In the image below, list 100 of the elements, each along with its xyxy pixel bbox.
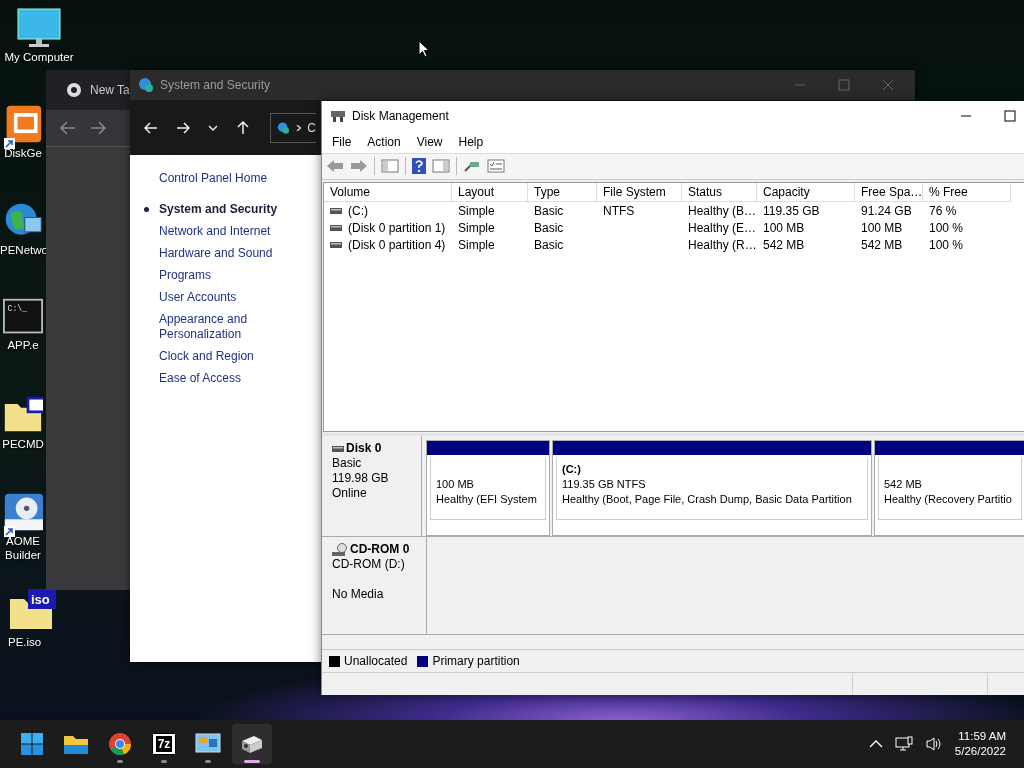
table-cell-text: Basic bbox=[533, 236, 565, 254]
category-link[interactable]: Hardware and Sound bbox=[159, 246, 294, 261]
dropdown-caret-icon[interactable] bbox=[208, 123, 218, 132]
caret-up-icon[interactable] bbox=[868, 739, 883, 749]
disk-info: CD-ROM (D:) bbox=[332, 557, 406, 573]
category-link[interactable]: Ease of Access bbox=[159, 371, 294, 386]
console-icon[interactable]: C:\_ bbox=[3, 298, 43, 336]
table-cell-text: 100 MB bbox=[762, 219, 806, 237]
disk-info: 119.98 GB bbox=[332, 471, 390, 487]
taskbar-button[interactable]: 7z bbox=[144, 724, 184, 764]
table-cell-text: Healthy (E… bbox=[687, 219, 757, 237]
checklist-icon[interactable] bbox=[487, 159, 505, 174]
column-header[interactable]: File System bbox=[597, 183, 682, 203]
table-cell-text: Basic bbox=[533, 202, 565, 220]
column-header[interactable]: Type bbox=[528, 183, 597, 203]
disk-management-icon bbox=[330, 108, 346, 123]
table-cell: (C:) bbox=[324, 202, 452, 220]
up-arrow-icon[interactable] bbox=[236, 120, 250, 135]
clock-date[interactable]: 5/26/2022 bbox=[954, 744, 1006, 759]
drive-icon bbox=[332, 445, 344, 452]
desktop-icon-label[interactable]: PENetwo bbox=[0, 243, 46, 257]
archiver-icon[interactable]: 7z bbox=[152, 733, 176, 755]
disk-management-icon[interactable] bbox=[240, 733, 264, 755]
table-cell-text: Simple bbox=[457, 219, 496, 237]
table-cell-text: 100 % bbox=[928, 219, 965, 237]
shield-icon bbox=[277, 120, 290, 135]
desktop-icon-label[interactable]: DiskGe bbox=[0, 146, 46, 160]
table-cell-text: 76 % bbox=[928, 202, 958, 220]
maximize-icon[interactable] bbox=[1003, 109, 1017, 122]
drive-icon bbox=[330, 207, 342, 214]
table-cell-text: 542 MB bbox=[860, 236, 904, 254]
partition-size: 119.35 GB NTFS bbox=[562, 477, 647, 493]
drive-icon bbox=[330, 241, 342, 248]
chevron-icon bbox=[295, 123, 302, 132]
table-cell-text: 100 MB bbox=[860, 219, 904, 237]
partition-block[interactable]: 100 MB Healthy (EFI System bbox=[426, 440, 550, 537]
monitor-icon[interactable] bbox=[17, 8, 61, 48]
disk-info: Basic bbox=[332, 456, 363, 472]
table-cell-text: 119.35 GB bbox=[762, 202, 821, 220]
desktop-icon-label[interactable]: AOME Builder bbox=[0, 534, 46, 562]
start-icon[interactable] bbox=[20, 732, 44, 756]
table-cell-text: NTFS bbox=[602, 202, 636, 220]
tab-title[interactable]: New Ta bbox=[90, 83, 130, 97]
partition-status: Healthy (Recovery Partitio bbox=[884, 492, 1013, 508]
drive-icon bbox=[330, 224, 342, 231]
category-link[interactable]: Programs bbox=[159, 268, 294, 283]
table-cell-text: Simple bbox=[457, 236, 496, 254]
menu-item[interactable]: File bbox=[324, 134, 360, 149]
category-link[interactable]: Clock and Region bbox=[159, 349, 294, 364]
legend-label: Primary partition bbox=[432, 654, 520, 669]
partition-block[interactable]: 542 MB Healthy (Recovery Partitio bbox=[874, 440, 1024, 537]
disk-info: No Media bbox=[332, 587, 385, 603]
disk-info: Online bbox=[332, 486, 368, 502]
menu-item[interactable]: Action bbox=[359, 134, 409, 149]
table-cell: (Disk 0 partition 1) bbox=[324, 219, 452, 237]
taskbar-button[interactable] bbox=[232, 724, 272, 764]
help-icon[interactable] bbox=[412, 158, 426, 175]
category-link[interactable]: System and Security bbox=[159, 202, 294, 217]
cd-drive-icon bbox=[332, 542, 348, 557]
partition-block[interactable]: (C:) 119.35 GB NTFS Healthy (Boot, Page File, Crash Dump, Basic Data Partition bbox=[552, 440, 872, 537]
column-header[interactable]: % Free bbox=[923, 183, 1011, 203]
partition-size: 542 MB bbox=[884, 477, 923, 493]
desktop-icon-label[interactable]: PE.iso bbox=[8, 635, 42, 649]
control-panel-home-link[interactable]: Control Panel Home bbox=[159, 171, 268, 185]
column-header[interactable]: Capacity bbox=[757, 183, 855, 203]
connect-icon[interactable] bbox=[463, 159, 481, 174]
window-title: System and Security bbox=[160, 78, 272, 92]
table-cell-text: 542 MB bbox=[762, 236, 806, 254]
table-cell-text: Simple bbox=[457, 202, 496, 220]
folder-icon[interactable] bbox=[63, 733, 89, 755]
desktop-icon-label[interactable]: My Computer bbox=[4, 50, 74, 64]
category-link[interactable]: Network and Internet bbox=[159, 224, 294, 239]
disk-name[interactable]: Disk 0 bbox=[346, 441, 382, 457]
partition-size: 100 MB bbox=[436, 477, 475, 493]
table-cell-text: Basic bbox=[533, 219, 565, 237]
column-header[interactable]: Status bbox=[682, 183, 757, 203]
table-cell-text: 100 % bbox=[928, 236, 965, 254]
mouse-cursor-icon bbox=[418, 40, 430, 58]
column-header[interactable]: Layout bbox=[452, 183, 528, 203]
shield-icon bbox=[138, 77, 154, 93]
control-panel-icon[interactable] bbox=[195, 733, 221, 755]
table-cell-text: 91.24 GB bbox=[860, 202, 913, 220]
partition-label: (C:) bbox=[562, 462, 582, 478]
clock-time[interactable]: 11:59 AM bbox=[958, 729, 1006, 744]
table-cell-text: Healthy (B… bbox=[687, 202, 757, 220]
address-bar[interactable]: C bbox=[270, 112, 316, 143]
menu-item[interactable]: Help bbox=[450, 134, 492, 149]
column-header[interactable]: Volume bbox=[324, 183, 452, 203]
volume-icon[interactable] bbox=[924, 736, 943, 752]
column-header[interactable]: Free Spa… bbox=[855, 183, 923, 203]
partition-status: Healthy (Boot, Page File, Crash Dump, Basic Data Partition bbox=[562, 492, 853, 508]
table-cell-text: Healthy (R… bbox=[687, 236, 757, 254]
network-icon[interactable] bbox=[894, 736, 913, 752]
menu-item[interactable]: View bbox=[408, 134, 451, 149]
category-link[interactable]: Appearance and Personalization bbox=[159, 312, 294, 342]
partition-status: Healthy (EFI System bbox=[436, 492, 538, 508]
desktop-icon-label[interactable]: APP.e bbox=[0, 338, 46, 352]
disk-name[interactable]: CD-ROM 0 bbox=[350, 542, 410, 558]
category-link[interactable]: User Accounts bbox=[159, 290, 294, 305]
desktop-icon-label[interactable]: PECMD bbox=[0, 437, 46, 451]
